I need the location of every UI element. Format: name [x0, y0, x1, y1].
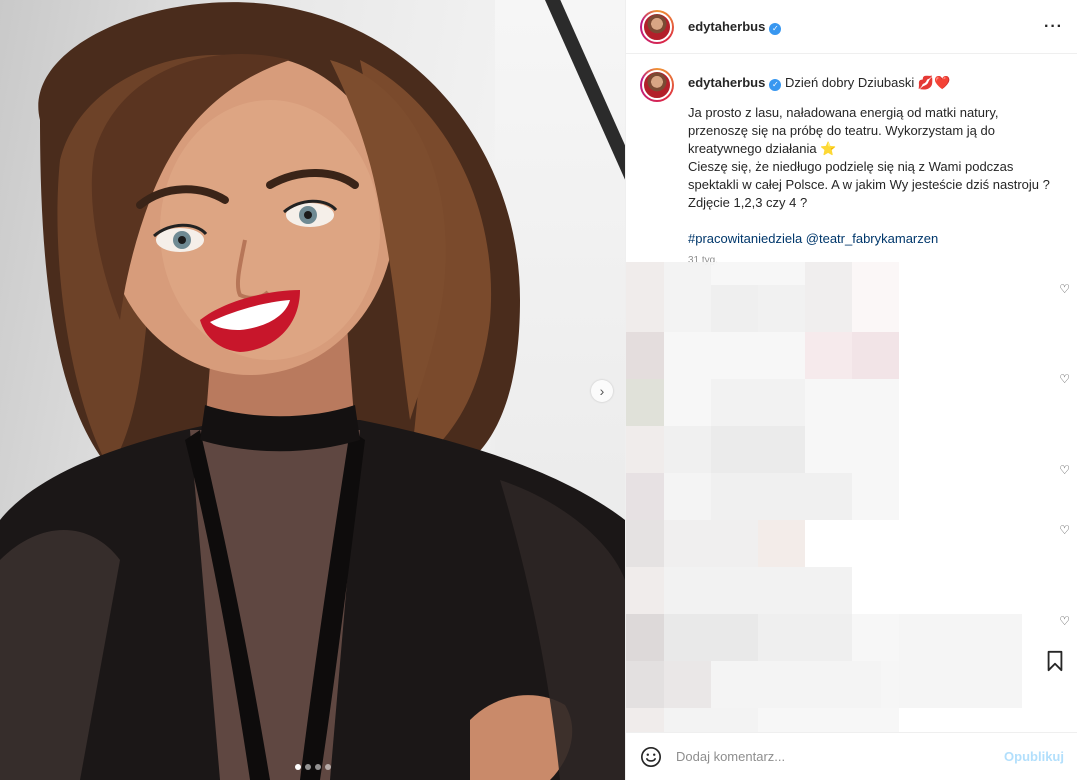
carousel-dot	[324, 764, 331, 770]
caption-avatar[interactable]	[640, 68, 674, 102]
caption-first-line: edytaherbus ✓ Dzień dobry Dziubaski 💋❤️	[688, 74, 1060, 92]
chevron-right-icon: ›	[599, 383, 605, 399]
carousel-next-button[interactable]: ›	[591, 380, 613, 402]
caption-hashtags[interactable]: #pracowitaniedziela @teatr_fabrykamarzen	[688, 230, 1060, 248]
like-comment-heart-icon[interactable]: ♡	[1059, 463, 1070, 477]
post-header: edytaherbus ✓ ···	[626, 0, 1077, 54]
post-photo[interactable]: ›	[0, 0, 625, 780]
pixelated-comments	[626, 262, 1077, 732]
author-username-text[interactable]: edytaherbus	[688, 19, 765, 34]
carousel-dot	[294, 764, 301, 770]
add-comment-bar: Opublikuj	[626, 732, 1077, 780]
post-caption: edytaherbus ✓ Dzień dobry Dziubaski 💋❤️ J…	[626, 54, 1077, 270]
carousel-dot	[314, 764, 321, 770]
like-comment-heart-icon[interactable]: ♡	[1059, 282, 1070, 296]
verified-badge-icon: ✓	[769, 79, 782, 91]
avatar-image	[642, 11, 672, 42]
caption-username[interactable]: edytaherbus	[688, 75, 765, 90]
carousel-dot	[304, 764, 311, 770]
carousel-indicator	[0, 764, 625, 770]
like-comment-heart-icon[interactable]: ♡	[1059, 614, 1070, 628]
post-side-panel: edytaherbus ✓ ··· edytaherbus ✓ Dzień dobr…	[625, 0, 1077, 780]
like-comment-heart-icon[interactable]: ♡	[1059, 523, 1070, 537]
caption-body: edytaherbus ✓ Dzień dobry Dziubaski 💋❤️ J…	[688, 68, 1060, 270]
photo-image	[0, 2, 625, 780]
comment-input[interactable]	[676, 749, 1005, 764]
avatar-image	[642, 70, 672, 100]
comments-list: ♡ ♡ ♡ ♡ ♡	[626, 262, 1077, 732]
bookmark-icon[interactable]	[1044, 650, 1066, 672]
caption-greeting: Dzień dobry Dziubaski 💋❤️	[784, 75, 951, 90]
more-options-icon[interactable]: ···	[1044, 18, 1063, 36]
verified-badge-icon: ✓	[769, 22, 782, 35]
avatar[interactable]	[640, 9, 674, 44]
emoji-smiley-icon[interactable]	[640, 746, 662, 768]
like-comment-heart-icon[interactable]: ♡	[1059, 372, 1070, 386]
author-username[interactable]: edytaherbus ✓	[688, 19, 782, 35]
caption-text: Ja prosto z lasu, naładowana energią od …	[688, 105, 1050, 210]
publish-button[interactable]: Opublikuj	[1004, 749, 1064, 764]
